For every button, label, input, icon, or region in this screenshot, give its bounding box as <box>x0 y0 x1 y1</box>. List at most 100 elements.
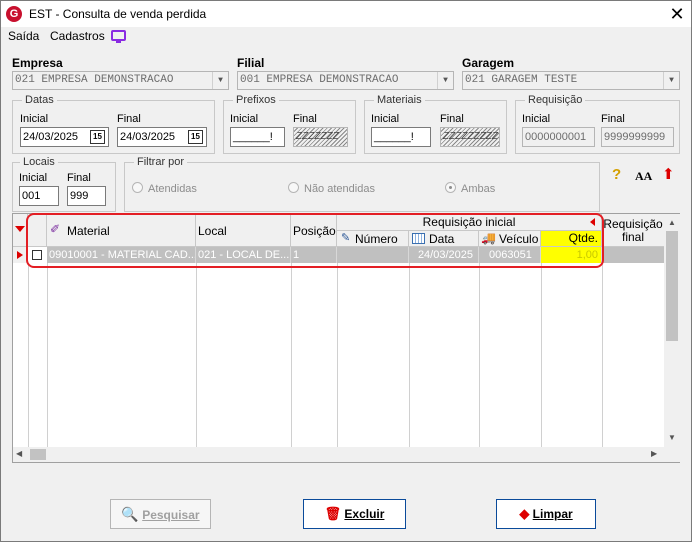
menu-cadastros[interactable]: Cadastros <box>50 29 105 43</box>
grid-line <box>602 247 603 447</box>
local-inicial-value: 001 <box>22 190 41 202</box>
scroll-corner <box>664 447 680 462</box>
empresa-select[interactable]: 021 EMPRESA DEMONSTRACAO ▼ <box>12 71 229 90</box>
hscroll-thumb[interactable] <box>30 449 46 460</box>
filtrar-title: Filtrar por <box>134 156 188 168</box>
scroll-left-icon[interactable]: ◀ <box>16 449 22 458</box>
highlight-box <box>26 213 604 268</box>
scroll-thumb[interactable] <box>666 231 678 341</box>
data-inicial-value: 24/03/2025 <box>23 131 79 143</box>
material-inicial-value: ______! <box>374 131 414 143</box>
requisicao-final-value: 9999999999 <box>604 131 666 143</box>
monitor-icon[interactable] <box>111 30 126 41</box>
calendar-icon[interactable]: 15 <box>90 130 105 144</box>
empresa-label: Empresa <box>12 56 63 70</box>
local-final-value: 999 <box>70 190 89 202</box>
sort-down-icon <box>15 226 25 232</box>
grid-line <box>291 247 292 447</box>
eraser-icon: ◆ <box>519 506 530 521</box>
prefixo-inicial-input[interactable]: ______! <box>230 127 285 147</box>
radio-atendidas-label: Atendidas <box>148 183 197 195</box>
arrow-up-icon[interactable]: ⬆ <box>662 165 675 183</box>
prefixo-final-input[interactable]: ZZZZZZZ <box>293 127 348 147</box>
radio-ambas-label: Ambas <box>461 183 496 195</box>
requisicao-inicial-label: Inicial <box>522 113 551 125</box>
window-title: EST - Consulta de venda perdida <box>29 7 207 21</box>
pesquisar-button[interactable]: 🔍 Pesquisar <box>110 499 211 529</box>
grid-line <box>47 247 48 447</box>
prefixos-inicial-label: Inicial <box>230 113 259 125</box>
chevron-down-icon: ▼ <box>663 72 679 89</box>
materiais-inicial-label: Inicial <box>371 113 400 125</box>
prefixo-final-value: ZZZZZZZ <box>296 131 339 142</box>
prefixos-final-label: Final <box>293 113 317 125</box>
help-icon[interactable]: ? <box>612 166 621 183</box>
col-requisicao-final[interactable]: Requisição final <box>602 214 665 247</box>
grid-line <box>409 247 410 447</box>
requisicao-final-input[interactable]: 9999999999 <box>601 127 674 147</box>
radio-nao-atendidas[interactable]: Não atendidas <box>288 182 375 195</box>
local-inicial-input[interactable]: 001 <box>19 186 59 206</box>
close-icon[interactable]: ✕ <box>665 3 689 25</box>
grid-line <box>28 247 29 447</box>
datas-inicial-label: Inicial <box>20 113 49 125</box>
scroll-up-icon[interactable]: ▲ <box>668 218 676 227</box>
radio-dot-selected <box>445 182 456 193</box>
datas-final-label: Final <box>117 113 141 125</box>
col-req-final-label-2: final <box>621 230 644 244</box>
radio-dot <box>132 182 143 193</box>
excluir-button[interactable]: 🗑 Excluir <box>303 499 406 529</box>
search-icon: 🔍 <box>121 506 139 522</box>
locais-title: Locais <box>20 156 58 168</box>
materiais-final-label: Final <box>440 113 464 125</box>
calendar-icon[interactable]: 15 <box>188 130 203 144</box>
grid-line <box>541 247 542 447</box>
monitor-stand-icon <box>116 41 121 43</box>
filial-select[interactable]: 001 EMPRESA DEMONSTRACAO ▼ <box>237 71 454 90</box>
garagem-select[interactable]: 021 GARAGEM TESTE ▼ <box>462 71 680 90</box>
radio-atendidas[interactable]: Atendidas <box>132 182 197 195</box>
datas-title: Datas <box>22 94 57 106</box>
prefixo-inicial-value: ______! <box>233 131 273 143</box>
grid-line <box>196 247 197 447</box>
window: G EST - Consulta de venda perdida ✕ Saíd… <box>0 0 692 542</box>
cell-requisicao-final[interactable] <box>602 247 665 263</box>
row-pointer-icon <box>17 251 23 259</box>
material-inicial-input[interactable]: ______! <box>371 127 431 147</box>
font-size-icon[interactable]: AA <box>635 169 652 184</box>
requisicao-inicial-value: 0000000001 <box>525 131 587 143</box>
requisicao-inicial-input[interactable]: 0000000001 <box>522 127 595 147</box>
material-final-value: ZZZZZZZZZ <box>443 131 498 142</box>
materiais-title: Materiais <box>374 94 425 106</box>
filial-label: Filial <box>237 56 265 70</box>
scroll-right-icon[interactable]: ▶ <box>651 449 657 458</box>
material-final-input[interactable]: ZZZZZZZZZ <box>440 127 500 147</box>
scroll-down-icon[interactable]: ▼ <box>668 433 676 442</box>
horizontal-scrollbar[interactable]: ◀ ▶ <box>13 447 664 462</box>
radio-ambas[interactable]: Ambas <box>445 182 495 195</box>
garagem-label: Garagem <box>462 56 515 70</box>
trash-icon: 🗑 <box>324 506 342 521</box>
radio-dot <box>288 182 299 193</box>
app-logo-icon: G <box>6 6 22 22</box>
chevron-down-icon: ▼ <box>437 72 453 89</box>
menu-cadastros-label: Cadastros <box>50 29 105 43</box>
vertical-scrollbar[interactable]: ▲ ▼ <box>664 214 680 447</box>
grid-line <box>479 247 480 447</box>
garagem-value: 021 GARAGEM TESTE <box>465 74 578 86</box>
requisicao-title: Requisição <box>525 94 586 106</box>
prefixos-title: Prefixos <box>233 94 279 106</box>
limpar-label: Limpar <box>532 507 573 521</box>
local-final-input[interactable]: 999 <box>67 186 106 206</box>
pesquisar-label: Pesquisar <box>142 508 200 522</box>
data-final-value: 24/03/2025 <box>120 131 176 143</box>
excluir-label: Excluir <box>344 507 385 521</box>
chevron-down-icon: ▼ <box>212 72 228 89</box>
menu-saida[interactable]: Saída <box>8 29 39 43</box>
locais-final-label: Final <box>67 172 91 184</box>
menu-saida-label: Saída <box>8 29 40 43</box>
empresa-value: 021 EMPRESA DEMONSTRACAO <box>15 74 174 86</box>
filial-value: 001 EMPRESA DEMONSTRACAO <box>240 74 399 86</box>
radio-nao-atendidas-label: Não atendidas <box>304 183 375 195</box>
limpar-button[interactable]: ◆ Limpar <box>496 499 596 529</box>
